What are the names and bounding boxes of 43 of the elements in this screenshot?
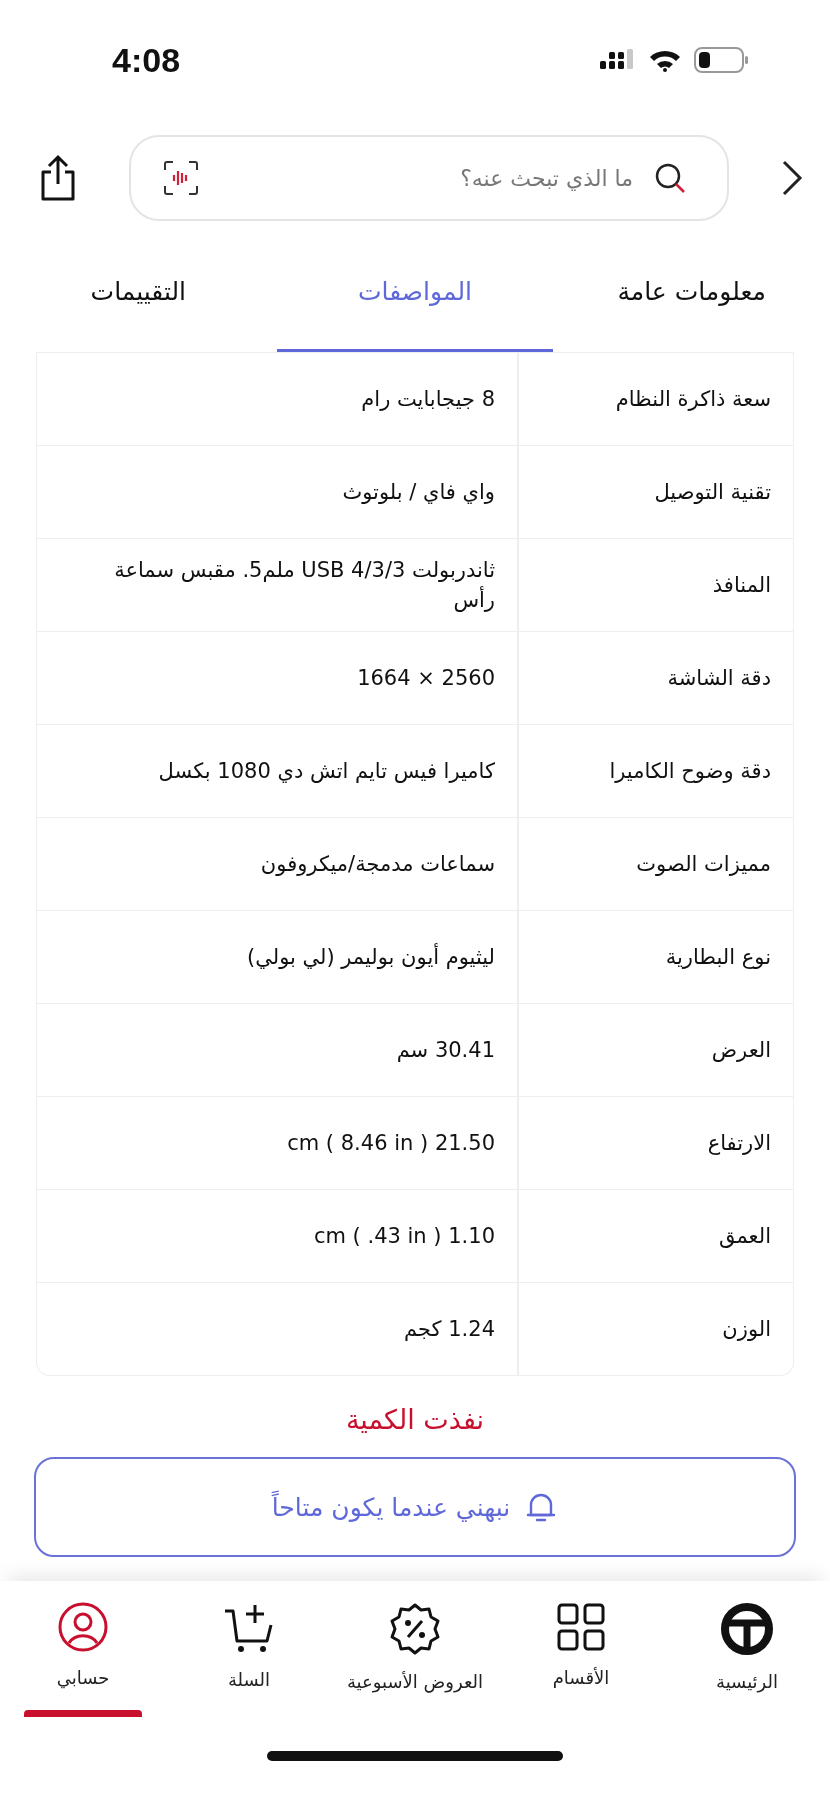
nav-item[interactable]: حسابي (0, 1601, 166, 1751)
tab[interactable]: المواصفات (276, 234, 554, 352)
battery-icon (694, 47, 750, 73)
spec-name: الوزن (517, 1283, 793, 1375)
spec-value: سماعات مدمجة/ميكروفون (259, 850, 496, 878)
signal-icon (600, 48, 636, 72)
tab[interactable]: التقييمات (0, 234, 277, 352)
spec-name: نوع البطارية (517, 911, 793, 1003)
spec-name: تقنية التوصيل (517, 446, 793, 538)
search-field[interactable]: ما الذي تبحث عنه؟ (217, 164, 635, 192)
spec-name: العرض (517, 1004, 793, 1096)
spec-name: دقة الشاشة (517, 632, 793, 724)
spec-name: العمق (517, 1190, 793, 1282)
user-icon (57, 1601, 109, 1653)
spec-name: سعة ذاكرة النظام (517, 353, 793, 445)
wifi-icon (648, 48, 682, 72)
spec-name: المنافذ (517, 539, 793, 631)
spec-name: الارتفاع (517, 1097, 793, 1189)
grid-icon (555, 1601, 607, 1653)
notify-button[interactable]: نبهني عندما يكون متاحاً (34, 1457, 796, 1557)
search-icon (653, 161, 687, 195)
spec-name: دقة وضوح الكاميرا (517, 725, 793, 817)
spec-value: 30.41 سم (395, 1036, 496, 1064)
spec-value: ليثيوم أيون بوليمر (لي بولي) (246, 942, 496, 971)
nav-item[interactable]: الأقسام (498, 1601, 664, 1751)
nav-item[interactable]: الرئيسية (664, 1601, 830, 1751)
voice-scan-icon[interactable] (163, 160, 199, 196)
status-time: 4:08 (112, 40, 181, 80)
spec-name: مميزات الصوت (517, 818, 793, 910)
spec-value: 2560 × 1664 (356, 664, 496, 692)
spec-value: 1.10 cm ( .43 in ) (312, 1222, 496, 1250)
spec-value: كاميرا فيس تايم اتش دي 1080 بكسل (157, 757, 496, 785)
spec-value: 8 جيجابايت رام (360, 385, 496, 413)
back-icon[interactable] (780, 159, 804, 197)
tab[interactable]: معلومات عامة (553, 234, 830, 352)
spec-value: 1.24 كجم (403, 1315, 496, 1343)
nav-item[interactable]: العروض الأسبوعية (332, 1601, 498, 1751)
spec-value: 21.50 cm ( 8.46 in ) (286, 1129, 496, 1157)
spec-value: ثاندربولت 3/USB 4/3 ملم5. مقبس سماعة رأس (113, 556, 496, 614)
nav-item[interactable]: السلة (166, 1601, 332, 1751)
stock-status: نفذت الكمية (344, 1404, 486, 1435)
logo-icon (719, 1601, 775, 1657)
spec-value: واي فاي / بلوتوث (341, 478, 496, 506)
